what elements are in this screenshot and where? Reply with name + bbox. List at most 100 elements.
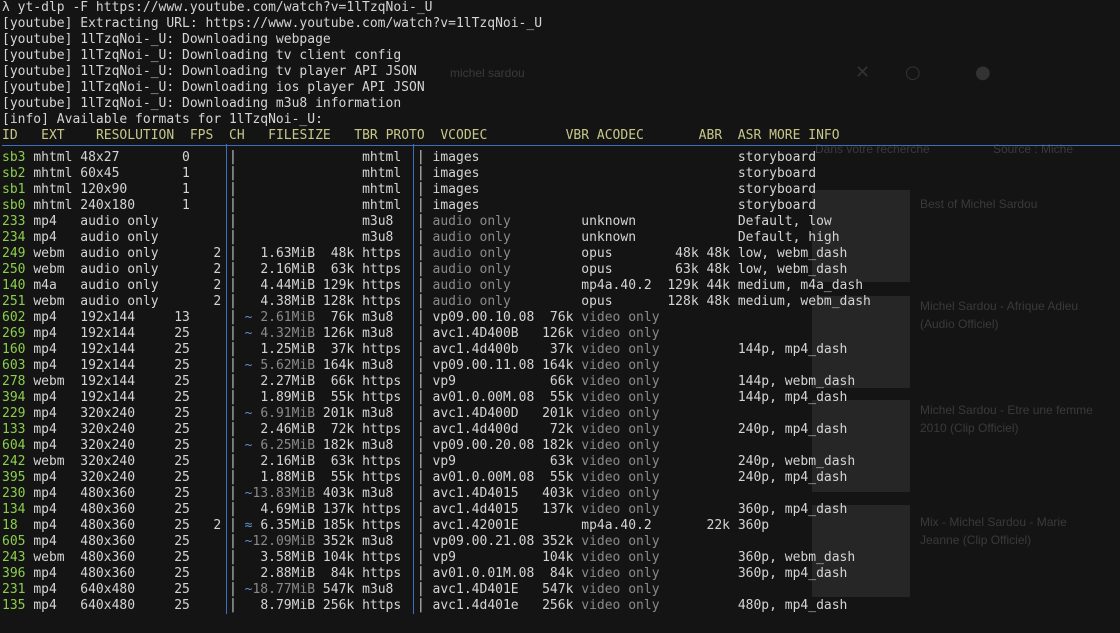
format-resolution: audio only <box>80 214 167 229</box>
table-header: ID EXT RESOLUTION FPS CH FILESIZE TBR PR… <box>2 128 1120 144</box>
format-vbr: 126k <box>534 326 574 341</box>
format-vbr <box>534 150 573 165</box>
format-acodec <box>581 182 659 197</box>
format-fps: 25 <box>166 438 190 453</box>
format-vbr <box>534 278 573 293</box>
format-resolution: 192x144 <box>80 390 167 405</box>
format-fps <box>166 230 189 245</box>
table-row: 395 mp4 320x240 25 │ 1.88MiB 55k https │… <box>2 470 848 485</box>
table-row: sb2 mhtml 60x45 1 │ mhtml │ images story… <box>2 166 817 181</box>
format-more-info: 360p <box>737 518 770 533</box>
format-tbr: 547k <box>315 582 355 597</box>
format-abr <box>660 422 699 437</box>
format-tbr: 84k <box>315 566 355 581</box>
format-id: 278 <box>2 374 26 389</box>
terminal-window[interactable]: michel sardou ✕ ○ ● Dans votre recherche… <box>0 0 1120 633</box>
format-fps: 25 <box>166 390 190 405</box>
format-vcodec: audio only <box>432 262 535 277</box>
format-resolution: 480x360 <box>80 566 167 581</box>
format-proto: mhtml <box>362 182 410 197</box>
format-acodec: unknown <box>581 214 660 229</box>
format-resolution: 48x27 <box>80 150 167 165</box>
format-abr <box>660 566 699 581</box>
format-vbr <box>534 294 573 309</box>
approx-size-mark: ~ <box>244 358 253 373</box>
format-vbr: 104k <box>534 550 574 565</box>
format-tbr: 66k <box>315 374 355 389</box>
format-proto: https <box>362 518 410 533</box>
format-id: sb2 <box>2 166 26 181</box>
format-more-info: 360p, mp4_dash <box>737 566 848 581</box>
format-vbr <box>534 214 573 229</box>
format-acodec: opus <box>581 294 660 309</box>
format-proto: https <box>362 454 410 469</box>
format-proto: m3u8 <box>362 486 410 501</box>
format-filesize: 12.09MiB <box>252 534 316 549</box>
format-tbr <box>315 214 354 229</box>
column-header: ABR <box>683 128 723 143</box>
format-fps: 25 <box>166 582 190 597</box>
format-channels: 2 <box>197 246 222 261</box>
format-asr <box>699 550 730 565</box>
format-vbr <box>534 246 573 261</box>
format-vbr: 352k <box>534 534 574 549</box>
format-ext: mp4 <box>33 566 81 581</box>
format-tbr: 104k <box>315 550 355 565</box>
format-filesize: 2.46MiB <box>260 422 316 437</box>
format-vbr <box>534 166 573 181</box>
column-header: EXT <box>41 128 89 143</box>
column-header: PROTO <box>385 128 433 143</box>
format-proto: m3u8 <box>362 534 410 549</box>
format-fps: 25 <box>166 502 190 517</box>
format-more-info: Default, high <box>737 230 840 245</box>
format-id: 229 <box>2 406 26 421</box>
format-asr <box>699 310 730 325</box>
format-vbr: 84k <box>534 566 574 581</box>
format-resolution: 480x360 <box>80 502 167 517</box>
format-abr <box>660 310 699 325</box>
approx-size-mark: ≈ <box>244 518 253 533</box>
format-resolution: audio only <box>80 294 167 309</box>
format-fps: 13 <box>166 310 190 325</box>
format-abr <box>660 502 699 517</box>
format-abr: 63k <box>659 262 699 277</box>
table-row: 602 mp4 192x144 13 │ ~ 2.61MiB 76k m3u8 … <box>2 310 1120 326</box>
format-id: 234 <box>2 230 26 245</box>
format-vcodec: audio only <box>432 214 535 229</box>
format-channels <box>198 198 221 213</box>
format-proto: m3u8 <box>362 582 410 597</box>
format-tbr: 76k <box>315 310 355 325</box>
format-resolution: audio only <box>80 278 167 293</box>
format-tbr <box>315 198 354 213</box>
format-acodec: video only <box>581 342 660 357</box>
format-proto: m3u8 <box>362 406 410 421</box>
column-divider <box>413 144 414 614</box>
command-line[interactable]: λ yt-dlp -F https://www.youtube.com/watc… <box>2 0 1120 16</box>
format-more-info: 144p, mp4_dash <box>737 342 848 357</box>
format-resolution: 192x144 <box>80 374 167 389</box>
column-header: VCODEC <box>440 128 543 143</box>
format-vbr <box>534 182 573 197</box>
format-id: 243 <box>2 550 26 565</box>
format-abr <box>660 374 699 389</box>
table-row: 133 mp4 320x240 25 │ 2.46MiB 72k https │… <box>2 422 848 437</box>
format-resolution: 480x360 <box>80 486 167 501</box>
format-ext: mp4 <box>33 390 81 405</box>
format-vcodec: av01.0.00M.08 <box>432 390 535 405</box>
format-tbr <box>315 150 354 165</box>
format-vcodec: audio only <box>432 294 535 309</box>
format-abr <box>660 406 699 421</box>
format-acodec: video only <box>581 326 660 341</box>
format-channels <box>198 150 221 165</box>
format-asr: 44k <box>698 278 730 293</box>
separator-rule <box>2 145 1120 146</box>
format-resolution: 640x480 <box>80 598 167 613</box>
format-id: 604 <box>2 438 26 453</box>
format-id: 242 <box>2 454 26 469</box>
format-filesize: 3.58MiB <box>260 550 316 565</box>
format-tbr: 63k <box>315 262 355 277</box>
approx-size-mark: ~ <box>244 326 253 341</box>
format-acodec: mp4a.40.2 <box>581 278 660 293</box>
format-asr <box>699 422 730 437</box>
format-tbr: 137k <box>315 502 355 517</box>
